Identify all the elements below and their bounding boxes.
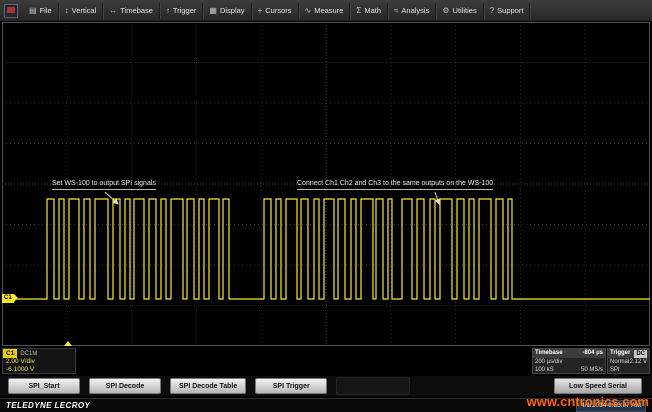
- button-spi-trigger[interactable]: SPI Trigger: [255, 378, 327, 394]
- menu-item-math[interactable]: ΣMath: [350, 3, 388, 19]
- menu-item-label: File: [40, 6, 52, 15]
- cursors-icon: +: [258, 7, 263, 15]
- menu-item-trigger[interactable]: ↑Trigger: [160, 3, 203, 19]
- timebase-icon: ↔: [109, 7, 117, 15]
- trigger-type: SPI: [610, 366, 620, 374]
- brand-logo: TELEDYNE LECROY: [6, 401, 90, 410]
- menu-item-vertical[interactable]: ↕Vertical: [59, 3, 104, 19]
- menu-item-utilities[interactable]: ⚙ Utilities: [436, 3, 483, 19]
- timebase-descriptor[interactable]: Timebase -804 µs 200 µs/div 100 kS 50 MS…: [532, 348, 606, 374]
- menu-item-label: Analysis: [401, 6, 429, 15]
- file-icon: ▤: [29, 7, 37, 15]
- menu-item-timebase[interactable]: ↔Timebase: [103, 3, 160, 19]
- menu-item-label: Cursors: [265, 6, 291, 15]
- app-icon: [4, 4, 18, 18]
- menu-item-support[interactable]: ?Support: [484, 3, 531, 19]
- trigger-descriptor[interactable]: Trigger DC Normal 2.12 V SPI: [607, 348, 650, 374]
- button-spi-decode[interactable]: SPI Decode: [89, 378, 161, 394]
- waveform-display-area[interactable]: Set WS-100 to output SPI signals Connect…: [2, 22, 650, 346]
- menu-item-file[interactable]: ▤File: [23, 3, 59, 19]
- menu-bar: ▤File↕Vertical↔Timebase↑Trigger▦Display+…: [0, 0, 652, 22]
- vertical-icon: ↕: [65, 7, 69, 15]
- channel-c1-descriptor[interactable]: C1 DC1M 2.00 V/div -6.1000 V: [2, 348, 76, 374]
- menu-item-label: Timebase: [120, 6, 153, 15]
- menu-item-label: Support: [497, 6, 523, 15]
- menu-item-label: Math: [364, 6, 381, 15]
- support-icon: ?: [490, 7, 494, 15]
- annotation-label-2: Connect Ch1 Ch2 and Ch3 to the same outp…: [297, 180, 493, 190]
- menu-item-label: Trigger: [173, 6, 196, 15]
- trigger-label: Trigger: [610, 349, 630, 358]
- analysis-icon: ≈: [394, 7, 398, 15]
- menu-item-analysis[interactable]: ≈Analysis: [388, 3, 436, 19]
- trigger-mode: Normal: [610, 358, 629, 366]
- menu-item-measure[interactable]: ∿Measure: [299, 3, 351, 19]
- trigger-level: 2.12 V: [630, 358, 647, 366]
- display-icon: ▦: [209, 7, 217, 15]
- button-spi-decode-table[interactable]: SPI Decode Table: [170, 378, 246, 394]
- low-speed-serial-button[interactable]: Low Speed Serial: [554, 378, 642, 394]
- channel-offset: -6.1000 V: [3, 366, 75, 374]
- menu-item-cursors[interactable]: +Cursors: [252, 3, 299, 19]
- softkey-button-row: SPI_Start SPI Decode SPI Decode Table SPI T…: [0, 376, 652, 396]
- watermark: www.cntronics.com: [527, 394, 649, 409]
- timebase-label: Timebase: [535, 349, 563, 358]
- channel-c1-offset-marker[interactable]: C1: [2, 294, 14, 303]
- timebase-delay: -804 µs: [583, 349, 603, 358]
- trigger-position-marker[interactable]: [64, 341, 72, 346]
- menu-item-label: Display: [220, 6, 245, 15]
- channel-coupling: DC1M: [20, 351, 37, 357]
- utilities-icon: ⚙: [442, 7, 449, 15]
- softkey-buttons: SPI_Start SPI Decode SPI Decode Table SPI T…: [8, 378, 327, 394]
- math-icon: Σ: [356, 7, 361, 15]
- menu-item-label: Vertical: [72, 6, 97, 15]
- timebase-tdiv: 200 µs/div: [535, 358, 562, 366]
- annotation-label-1: Set WS-100 to output SPI signals: [52, 180, 156, 190]
- measure-icon: ∿: [305, 7, 312, 15]
- annotation-arrow-1: [105, 192, 118, 204]
- oscilloscope-screen: ▤File↕Vertical↔Timebase↑Trigger▦Display+…: [0, 0, 652, 412]
- channel-tab[interactable]: C1: [3, 349, 17, 358]
- menu-item-label: Measure: [314, 6, 343, 15]
- menu-item-label: Utilities: [453, 6, 477, 15]
- trigger-coupling-badge: DC: [634, 350, 647, 358]
- channel-vdiv: 2.00 V/div: [3, 358, 75, 366]
- empty-button-slot: [336, 377, 410, 395]
- timebase-rate: 50 MS/s: [581, 366, 603, 374]
- menu-item-display[interactable]: ▦Display: [203, 3, 251, 19]
- timebase-samples: 100 kS: [535, 366, 554, 374]
- button-spi-start[interactable]: SPI_Start: [8, 378, 80, 394]
- menu-items: ▤File↕Vertical↔Timebase↑Trigger▦Display+…: [23, 3, 530, 19]
- trigger-icon: ↑: [166, 7, 170, 15]
